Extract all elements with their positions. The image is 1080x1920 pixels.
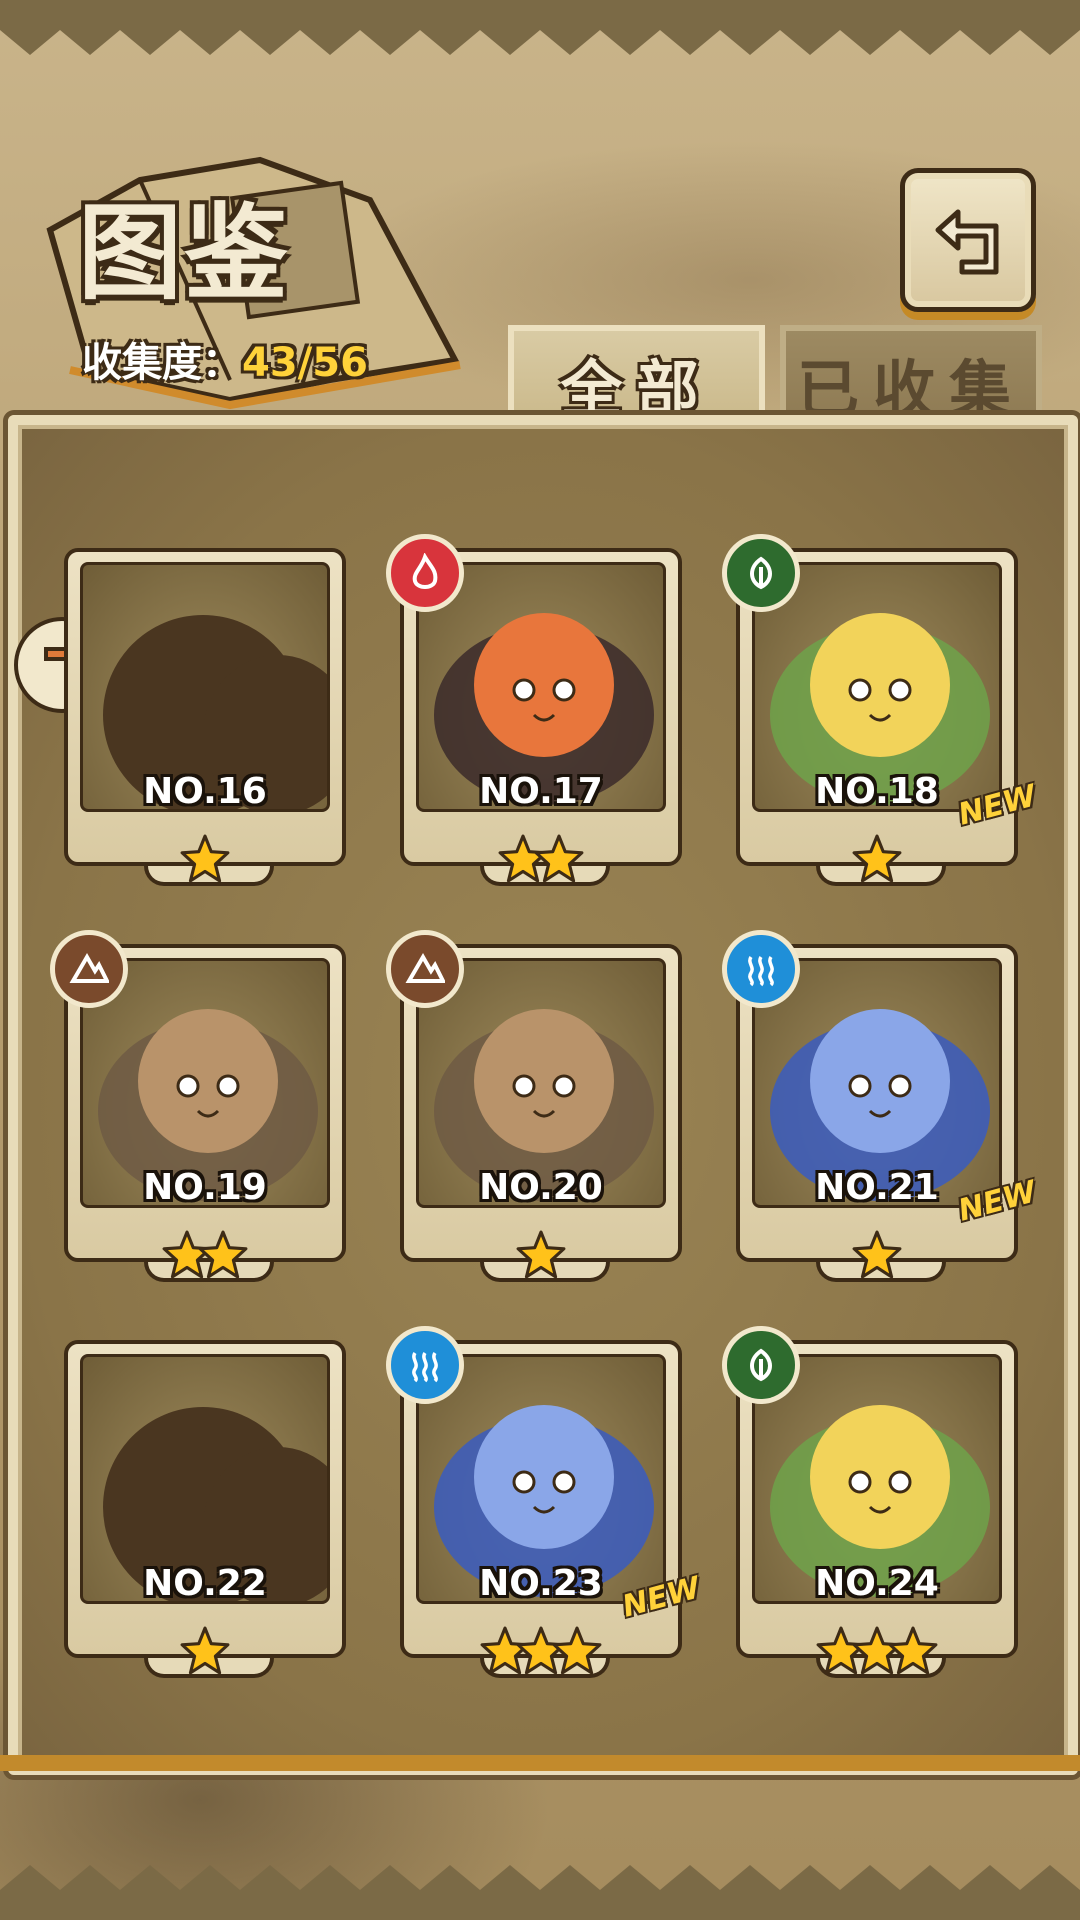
- grass-element-icon: [722, 1326, 800, 1404]
- star-icon: [851, 833, 903, 889]
- creature-card[interactable]: NO.19: [50, 930, 346, 1282]
- rarity-stars: [736, 833, 1018, 889]
- earth-element-icon: [386, 930, 464, 1008]
- star-icon: [515, 1229, 567, 1285]
- card-number: NO.17: [479, 771, 603, 812]
- star-icon: [851, 1229, 903, 1285]
- rarity-stars: [400, 833, 682, 889]
- rarity-stars: [64, 1625, 346, 1681]
- rarity-stars: [736, 1229, 1018, 1285]
- card-number: NO.19: [143, 1167, 267, 1208]
- creature-card[interactable]: NO.16: [64, 548, 346, 886]
- grass-element-icon: [722, 534, 800, 612]
- back-button[interactable]: [900, 168, 1036, 312]
- star-icon: [179, 1625, 231, 1681]
- page-title: 图鉴: [78, 192, 291, 314]
- rarity-stars: [400, 1229, 682, 1285]
- earth-element-icon: [50, 930, 128, 1008]
- creature-card[interactable]: NO.24: [722, 1326, 1018, 1678]
- rarity-stars: [736, 1625, 1018, 1681]
- card-number: NO.24: [815, 1563, 939, 1604]
- card-number: NO.22: [143, 1563, 267, 1604]
- rarity-stars: [64, 833, 346, 889]
- collection-progress: 收集度：43/56: [82, 330, 368, 388]
- rarity-stars: [400, 1625, 682, 1681]
- fire-element-icon: [386, 534, 464, 612]
- creature-card[interactable]: NO.21 NEW: [722, 930, 1040, 1282]
- collection-label: 收集度：: [82, 340, 242, 386]
- return-arrow-icon: [935, 209, 999, 275]
- star-icon: [197, 1229, 249, 1285]
- water-element-icon: [386, 1326, 464, 1404]
- star-icon: [179, 833, 231, 889]
- star-icon: [551, 1625, 603, 1681]
- panel-bottom-trim: [0, 1755, 1080, 1771]
- water-element-icon: [722, 930, 800, 1008]
- card-number: NO.16: [143, 771, 267, 812]
- rarity-stars: [64, 1229, 346, 1285]
- creature-card[interactable]: NO.22: [64, 1340, 346, 1678]
- creature-card[interactable]: NO.23 NEW: [386, 1326, 704, 1678]
- card-number: NO.20: [479, 1167, 603, 1208]
- collection-value: 43/56: [242, 340, 368, 386]
- top-zigzag-border: [0, 0, 1080, 55]
- creature-card[interactable]: NO.18 NEW: [722, 534, 1040, 886]
- star-icon: [533, 833, 585, 889]
- bottom-zigzag-border: [0, 1865, 1080, 1920]
- creature-card[interactable]: NO.20: [386, 930, 682, 1282]
- star-icon: [887, 1625, 939, 1681]
- creature-card[interactable]: NO.17: [386, 534, 682, 886]
